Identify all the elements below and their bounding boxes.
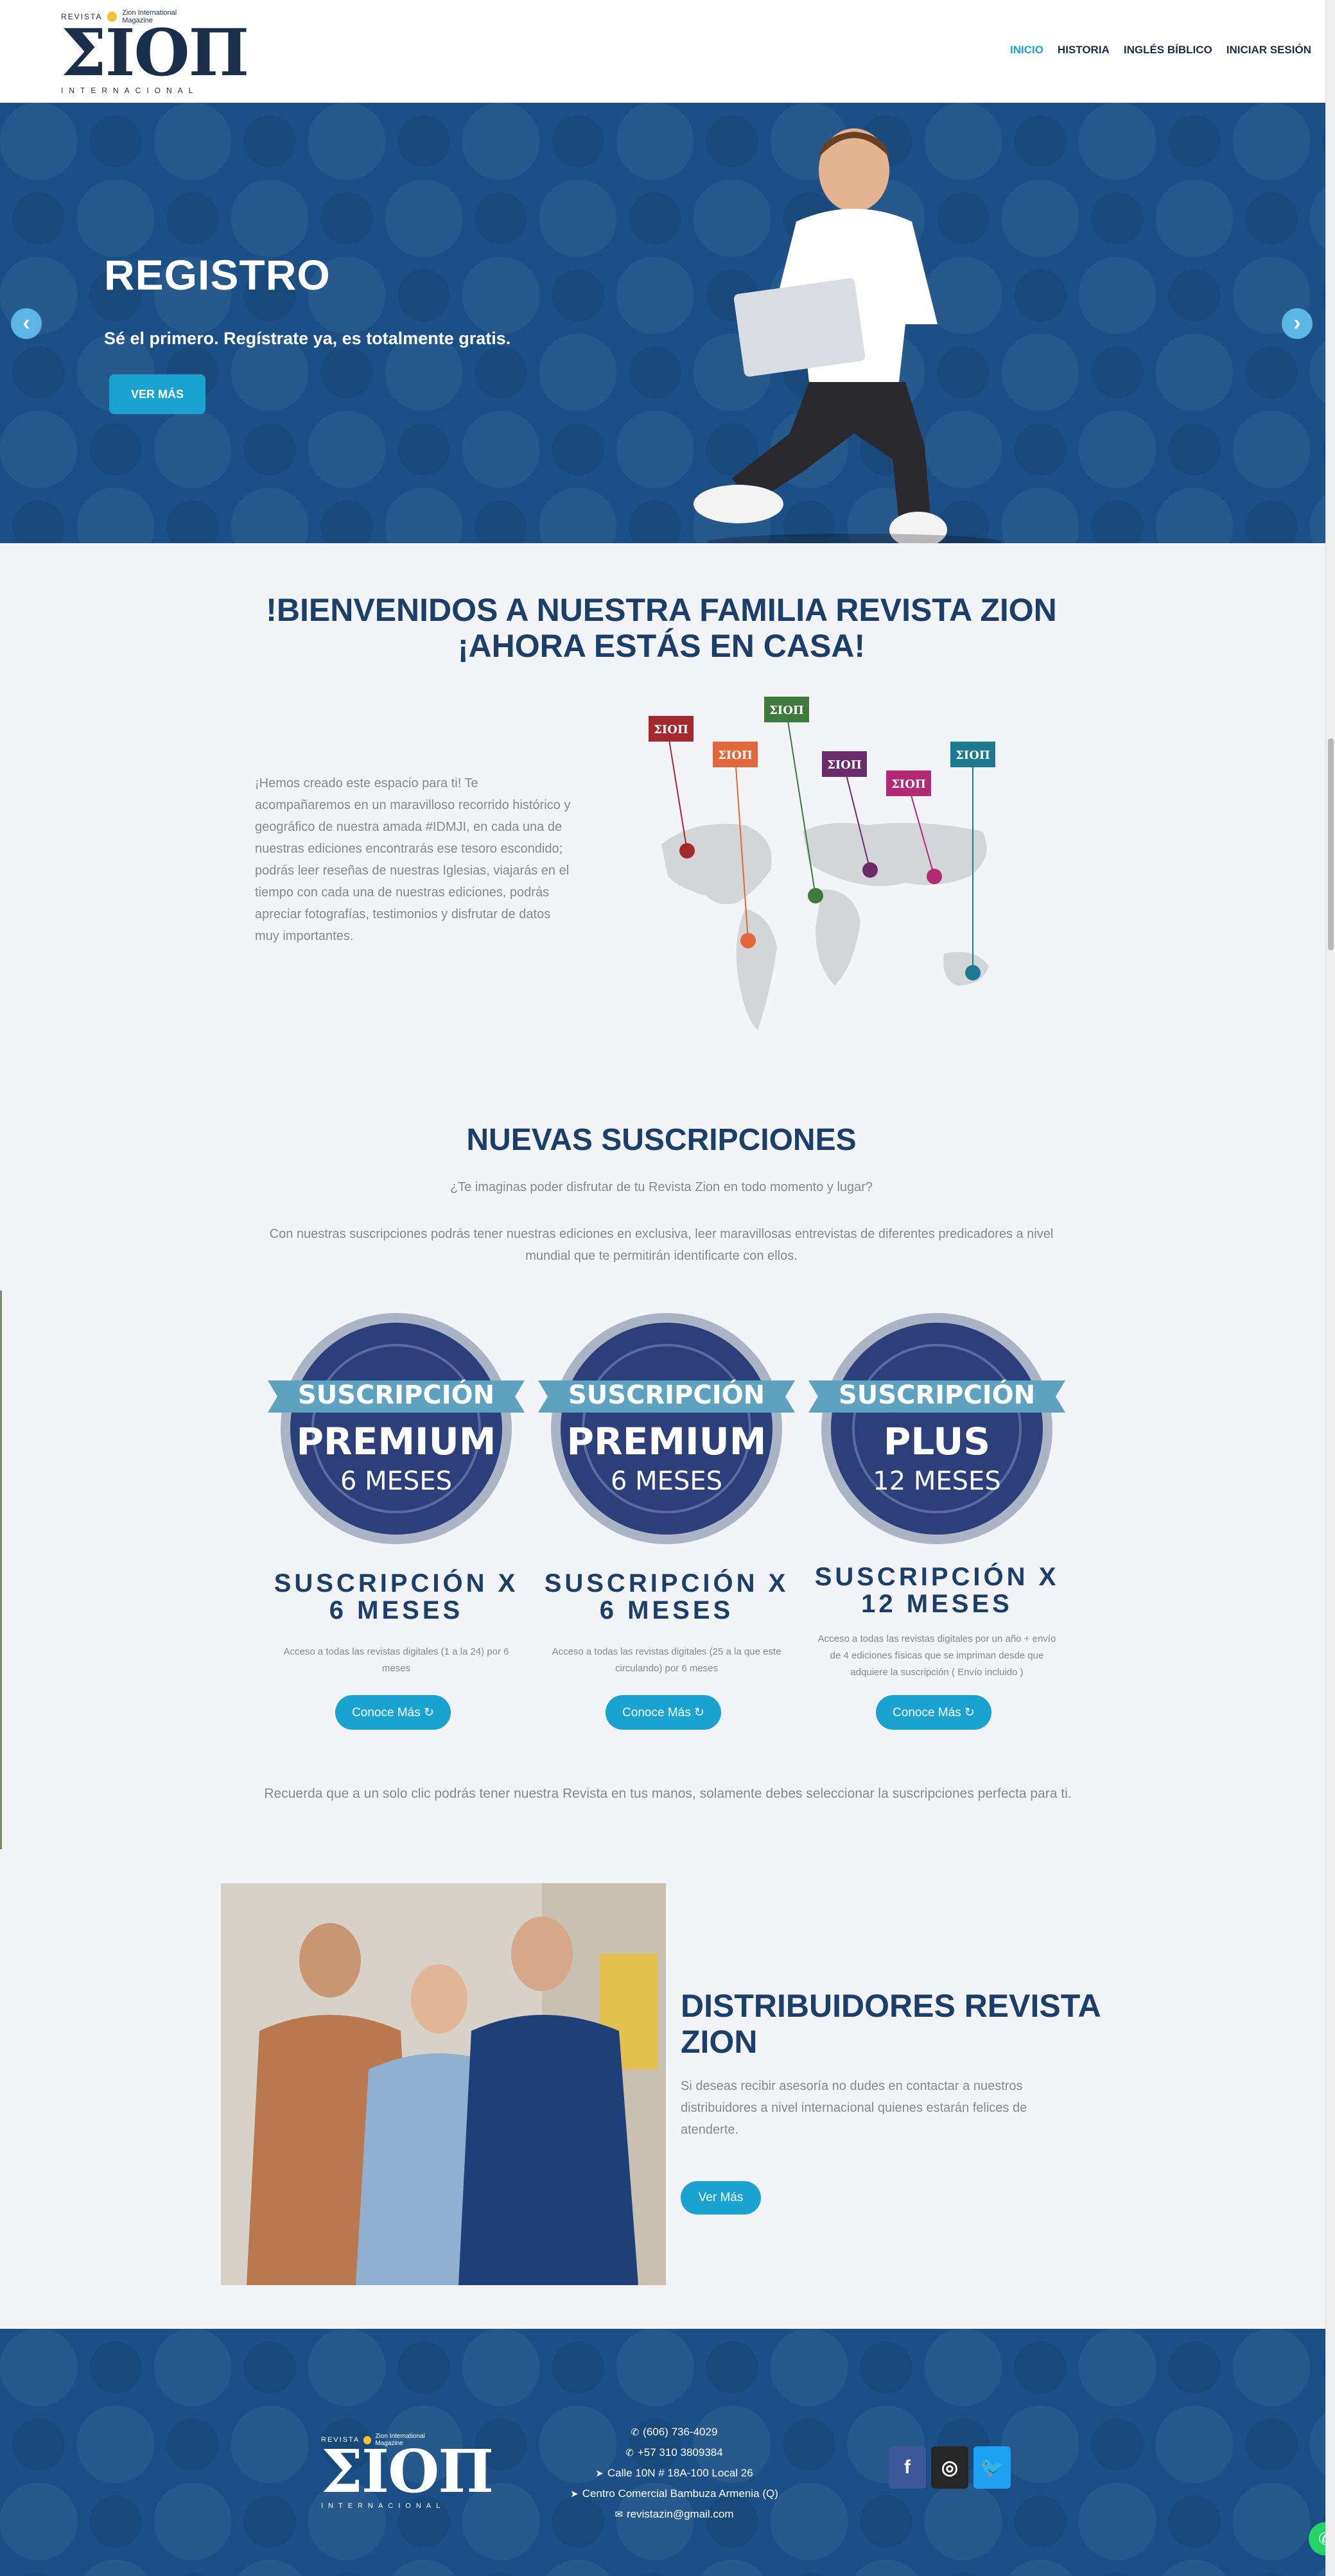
nav-iniciar-sesion[interactable]: INICIAR SESIÓN [1226,44,1311,57]
subscription-card-desc: Acceso a todas las revistas digitales (1… [283,1646,509,1674]
facebook-icon[interactable]: f [889,2446,926,2489]
envelope-icon: ✉ [615,2509,624,2520]
location-arrow-icon: ➤ [570,2489,579,2500]
subscriptions-title: NUEVAS SUSCRIPCIONES [466,1123,857,1157]
logo-wordmark: ΣΙΟΠ [61,15,249,91]
conoce-mas-button[interactable]: Conoce Más ↻ [606,1695,721,1730]
badge-ribbon-text: SUSCRIPCIÓN [568,1379,765,1410]
welcome-title-line2: ¡AHORA ESTÁS EN CASA! [457,628,866,664]
welcome-text: ¡Hemos creado este espacio para ti! Te a… [255,776,571,943]
hero-slider: REGISTRO Sé el primero. Regístrate ya, e… [0,103,1325,543]
contact-phone[interactable]: ✆ (606) 736-4029 [533,2422,816,2442]
subscription-card-title: SUSCRIPCIÓN X 6 MESES [274,1569,519,1624]
left-edge-strip [0,1291,2,1849]
badge-main-text: PREMIUM [297,1420,496,1463]
instagram-icon[interactable]: ◎ [931,2446,968,2489]
social-links: f ◎ 🐦 [889,2446,1011,2489]
distributors-ver-mas-button[interactable]: Ver Más [681,2181,761,2215]
site-logo[interactable]: REVISTA Zion International Magazine ΣΙΟΠ… [61,9,249,96]
hero-subtitle: Sé el primero. Regístrate ya, es totalme… [104,329,511,348]
welcome-title-line1: !BIENVENIDOS A NUESTRA FAMILIA REVISTA Z… [266,592,1057,628]
badge-sub-text: 6 MESES [340,1466,452,1496]
subscription-card-title: SUSCRIPCIÓN X 6 MESES [544,1569,789,1624]
page-scrollbar[interactable] [1325,0,1335,2576]
map-flag-3: ΣΙΟΠ [769,704,804,717]
badge-main-text: PLUS [884,1420,990,1463]
logo-bottom-text: INTERNACIONAL [61,86,199,95]
subscriptions-note: Recuerda que a un solo clic podrás tener… [264,1786,1072,1801]
badge-sub-text: 12 MESES [873,1466,1000,1496]
map-flag-6: ΣΙΟΠ [955,749,990,762]
phone-icon: ✆ [631,2427,640,2438]
distributors-family-photo [221,1883,666,2285]
scrollbar-thumb[interactable] [1328,738,1334,950]
slider-next-arrow-icon[interactable]: › [1282,308,1313,339]
nav-historia[interactable]: HISTORIA [1058,44,1110,57]
subscription-card: SUSCRIPCIÓN PREMIUM 6 MESES SUSCRIPCIÓN … [532,1310,801,1734]
map-flag-5: ΣΙΟΠ [891,778,926,791]
contact-mall: ➤ Centro Comercial Bambuza Armenia (Q) [533,2484,816,2504]
conoce-mas-button[interactable]: Conoce Más ↻ [876,1695,991,1730]
subscription-badge-image: SUSCRIPCIÓN PREMIUM 6 MESES [268,1313,525,1544]
subscription-badge-image: SUSCRIPCIÓN PLUS 12 MESES [808,1313,1065,1544]
site-header: REVISTA Zion International Magazine ΣΙΟΠ… [0,0,1325,103]
conoce-mas-button[interactable]: Conoce Más ↻ [335,1695,451,1730]
footer-logo[interactable]: REVISTA Zion International Magazine ΣΙΟΠ… [321,2433,494,2513]
badge-ribbon-text: SUSCRIPCIÓN [839,1379,1035,1410]
nav-ingles-biblico[interactable]: INGLÉS BÍBLICO [1124,44,1212,57]
distributors-text: Si deseas recibir asesoría no dudes en c… [681,2079,1027,2137]
badge-sub-text: 6 MESES [611,1466,722,1496]
location-arrow-icon: ➤ [595,2468,604,2479]
site-footer: REVISTA Zion International Magazine ΣΙΟΠ… [0,2329,1325,2576]
welcome-title: !BIENVENIDOS A NUESTRA FAMILIA REVISTA Z… [193,592,1130,664]
map-flag-2: ΣΙΟΠ [718,749,753,762]
distributors-title: DISTRIBUIDORES REVISTA ZION [681,1988,1100,2060]
subscription-card: SUSCRIPCIÓN PLUS 12 MESES SUSCRIPCIÓN X … [802,1310,1072,1734]
map-flag-4: ΣΙΟΠ [827,758,862,772]
world-map-image: ΣΙΟΠ ΣΙΟΠ ΣΙΟΠ ΣΙΟΠ ΣΙΟΠ ΣΙΟΠ [649,697,995,1031]
hero-title: REGISTRO [104,251,331,299]
footer-contacts: ✆ (606) 736-4029 ✆ +57 310 3809384 ➤ Calle … [533,2422,816,2525]
subscription-card-desc: Acceso a todas las revistas digitales po… [817,1633,1056,1678]
badge-main-text: PREMIUM [567,1420,767,1463]
subscription-card: SUSCRIPCIÓN PREMIUM 6 MESES SUSCRIPCIÓN … [261,1310,531,1734]
slider-prev-arrow-icon[interactable]: ‹ [11,308,42,339]
hero-person-with-laptop-image [694,128,1002,543]
badge-ribbon-text: SUSCRIPCIÓN [298,1379,494,1410]
phone-icon: ✆ [625,2448,634,2459]
subscription-card-desc: Acceso a todas las revistas digitales (2… [552,1646,781,1674]
subscription-card-title: SUSCRIPCIÓN X 12 MESES [814,1563,1060,1618]
subscription-badge-image: SUSCRIPCIÓN PREMIUM 6 MESES [538,1313,795,1544]
hero-ver-mas-button[interactable]: VER MÁS [109,374,205,414]
contact-mobile[interactable]: ✆ +57 310 3809384 [533,2442,816,2463]
footer-logo-wordmark: ΣΙΟΠ [321,2437,494,2506]
contact-address: ➤ Calle 10N # 18A-100 Local 26 [533,2463,816,2484]
map-flag-1: ΣΙΟΠ [654,723,688,736]
subscriptions-question: ¿Te imaginas poder disfrutar de tu Revis… [449,1180,873,1194]
subscriptions-description: Con nuestras suscripciones podrás tener … [269,1227,1054,1263]
main-nav: INICIO HISTORIA INGLÉS BÍBLICO INICIAR S… [1010,44,1311,57]
nav-inicio[interactable]: INICIO [1010,44,1043,57]
footer-logo-bottom-text: INTERNACIONAL [321,2502,446,2510]
contact-email[interactable]: ✉ revistazin@gmail.com [533,2504,816,2525]
twitter-icon[interactable]: 🐦 [973,2446,1011,2489]
